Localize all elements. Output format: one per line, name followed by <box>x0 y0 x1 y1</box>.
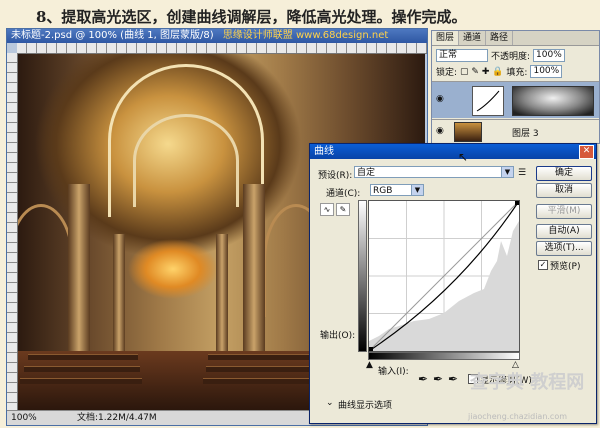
chevron-down-icon: ▼ <box>501 167 513 177</box>
curves-graph-svg <box>368 200 520 352</box>
nave-pillar-right <box>216 234 228 354</box>
input-label: 输入(I): <box>378 367 409 377</box>
blend-mode-select[interactable]: 正常 <box>436 49 488 62</box>
curve-display-options-label[interactable]: 曲线显示选项 <box>338 398 392 411</box>
left-arch <box>18 204 74 317</box>
channel-select[interactable]: RGB ▼ <box>370 184 424 196</box>
output-gradient <box>358 200 367 352</box>
input-gradient <box>368 352 520 360</box>
pew <box>20 378 142 384</box>
pencil-tool-icon[interactable]: ✎ <box>336 203 350 216</box>
curves-adjustment-thumbnail <box>472 86 504 116</box>
document-size[interactable]: 文档:1.22M/4.47M <box>77 411 157 425</box>
options-button[interactable]: 选项(T)... <box>536 241 592 256</box>
white-eyedropper-icon[interactable]: ✒ <box>448 372 458 386</box>
pew <box>206 366 322 372</box>
opacity-field[interactable]: 100% <box>533 49 565 62</box>
curves-graph[interactable] <box>368 200 520 352</box>
site-watermark-url: jiaocheng.chazidian.com <box>468 412 568 421</box>
right-pillar <box>243 184 265 374</box>
black-point-slider[interactable]: ▲ <box>366 360 373 370</box>
layers-tabs: 图层 通道 路径 <box>432 31 599 46</box>
close-icon[interactable]: ✕ <box>579 145 594 159</box>
pew <box>28 354 138 360</box>
zoom-readout[interactable]: 100% <box>11 411 37 425</box>
mouse-cursor-icon: ↖ <box>458 150 469 164</box>
ok-button[interactable]: 确定 <box>536 166 592 181</box>
left-pillar <box>68 184 90 374</box>
preset-select[interactable]: 自定 ▼ <box>354 166 514 178</box>
tab-channels[interactable]: 通道 <box>459 31 487 45</box>
layer-mask-thumbnail[interactable] <box>512 86 594 116</box>
layers-panel: 图层 通道 路径 正常 不透明度: 100% 锁定: ▢ ✎ ✚ 🔒 填充: 1… <box>431 30 600 144</box>
preview-checkbox[interactable]: ✓ <box>538 260 548 270</box>
auto-button[interactable]: 自动(A) <box>536 224 592 239</box>
site-watermark: 查字典 教程网 <box>470 372 585 393</box>
dialog-title: 曲线 <box>314 146 334 157</box>
title-watermark: 思缘设计师联盟 www.68design.net <box>222 30 389 41</box>
tab-paths[interactable]: 路径 <box>486 31 514 45</box>
channel-value: RGB <box>373 186 393 196</box>
smooth-button[interactable]: 平滑(M) <box>536 204 592 219</box>
gray-eyedropper-icon[interactable]: ✒ <box>433 372 443 386</box>
layer-curves-1[interactable]: ◉ <box>432 81 599 118</box>
pew <box>24 366 140 372</box>
lock-label: 锁定: <box>436 68 458 78</box>
expand-options-icon[interactable]: ⌄ <box>326 398 334 408</box>
layer-name: 图层 3 <box>512 129 539 139</box>
preview-label: 预览(P) <box>550 262 581 272</box>
lock-icons[interactable]: ▢ ✎ ✚ 🔒 <box>460 67 503 77</box>
horizontal-ruler <box>17 43 427 54</box>
nave-pillar-left <box>113 234 125 354</box>
chevron-down-icon: ▼ <box>411 185 423 195</box>
inner-arch <box>133 114 239 207</box>
preset-menu-icon[interactable]: ☰ <box>518 168 526 178</box>
curves-titlebar[interactable]: 曲线 ✕ <box>310 144 596 159</box>
cancel-button[interactable]: 取消 <box>536 183 592 198</box>
curve-endpoint <box>515 201 519 205</box>
vertical-ruler <box>7 53 18 411</box>
fill-field[interactable]: 100% <box>530 65 563 78</box>
layer-thumbnail <box>454 122 482 142</box>
visibility-eye-icon[interactable]: ◉ <box>436 94 446 104</box>
curve-startpoint <box>369 347 373 351</box>
curve-point-tool-icon[interactable]: ∿ <box>320 203 334 216</box>
headline: 8、提取高光选区，创建曲线调解层，降低高光处理。操作完成。 <box>36 8 467 26</box>
fill-label: 填充: <box>506 68 528 78</box>
channel-label: 通道(C): <box>326 189 361 199</box>
visibility-eye-icon[interactable]: ◉ <box>436 126 446 136</box>
black-eyedropper-icon[interactable]: ✒ <box>418 372 428 386</box>
opacity-label: 不透明度: <box>491 52 531 62</box>
layer-3[interactable]: ◉ 图层 3 <box>432 119 599 142</box>
pew <box>208 354 318 360</box>
tab-layers[interactable]: 图层 <box>432 31 460 45</box>
preset-label: 预设(R): <box>318 171 353 181</box>
document-title: 未标题-2.psd @ 100% (曲线 1, 图层蒙版/8) <box>11 30 214 41</box>
pew <box>203 378 325 384</box>
document-titlebar[interactable]: 未标题-2.psd @ 100% (曲线 1, 图层蒙版/8) 思缘设计师联盟 … <box>7 29 427 43</box>
output-label: 输出(O): <box>320 331 356 341</box>
preset-value: 自定 <box>357 168 376 178</box>
